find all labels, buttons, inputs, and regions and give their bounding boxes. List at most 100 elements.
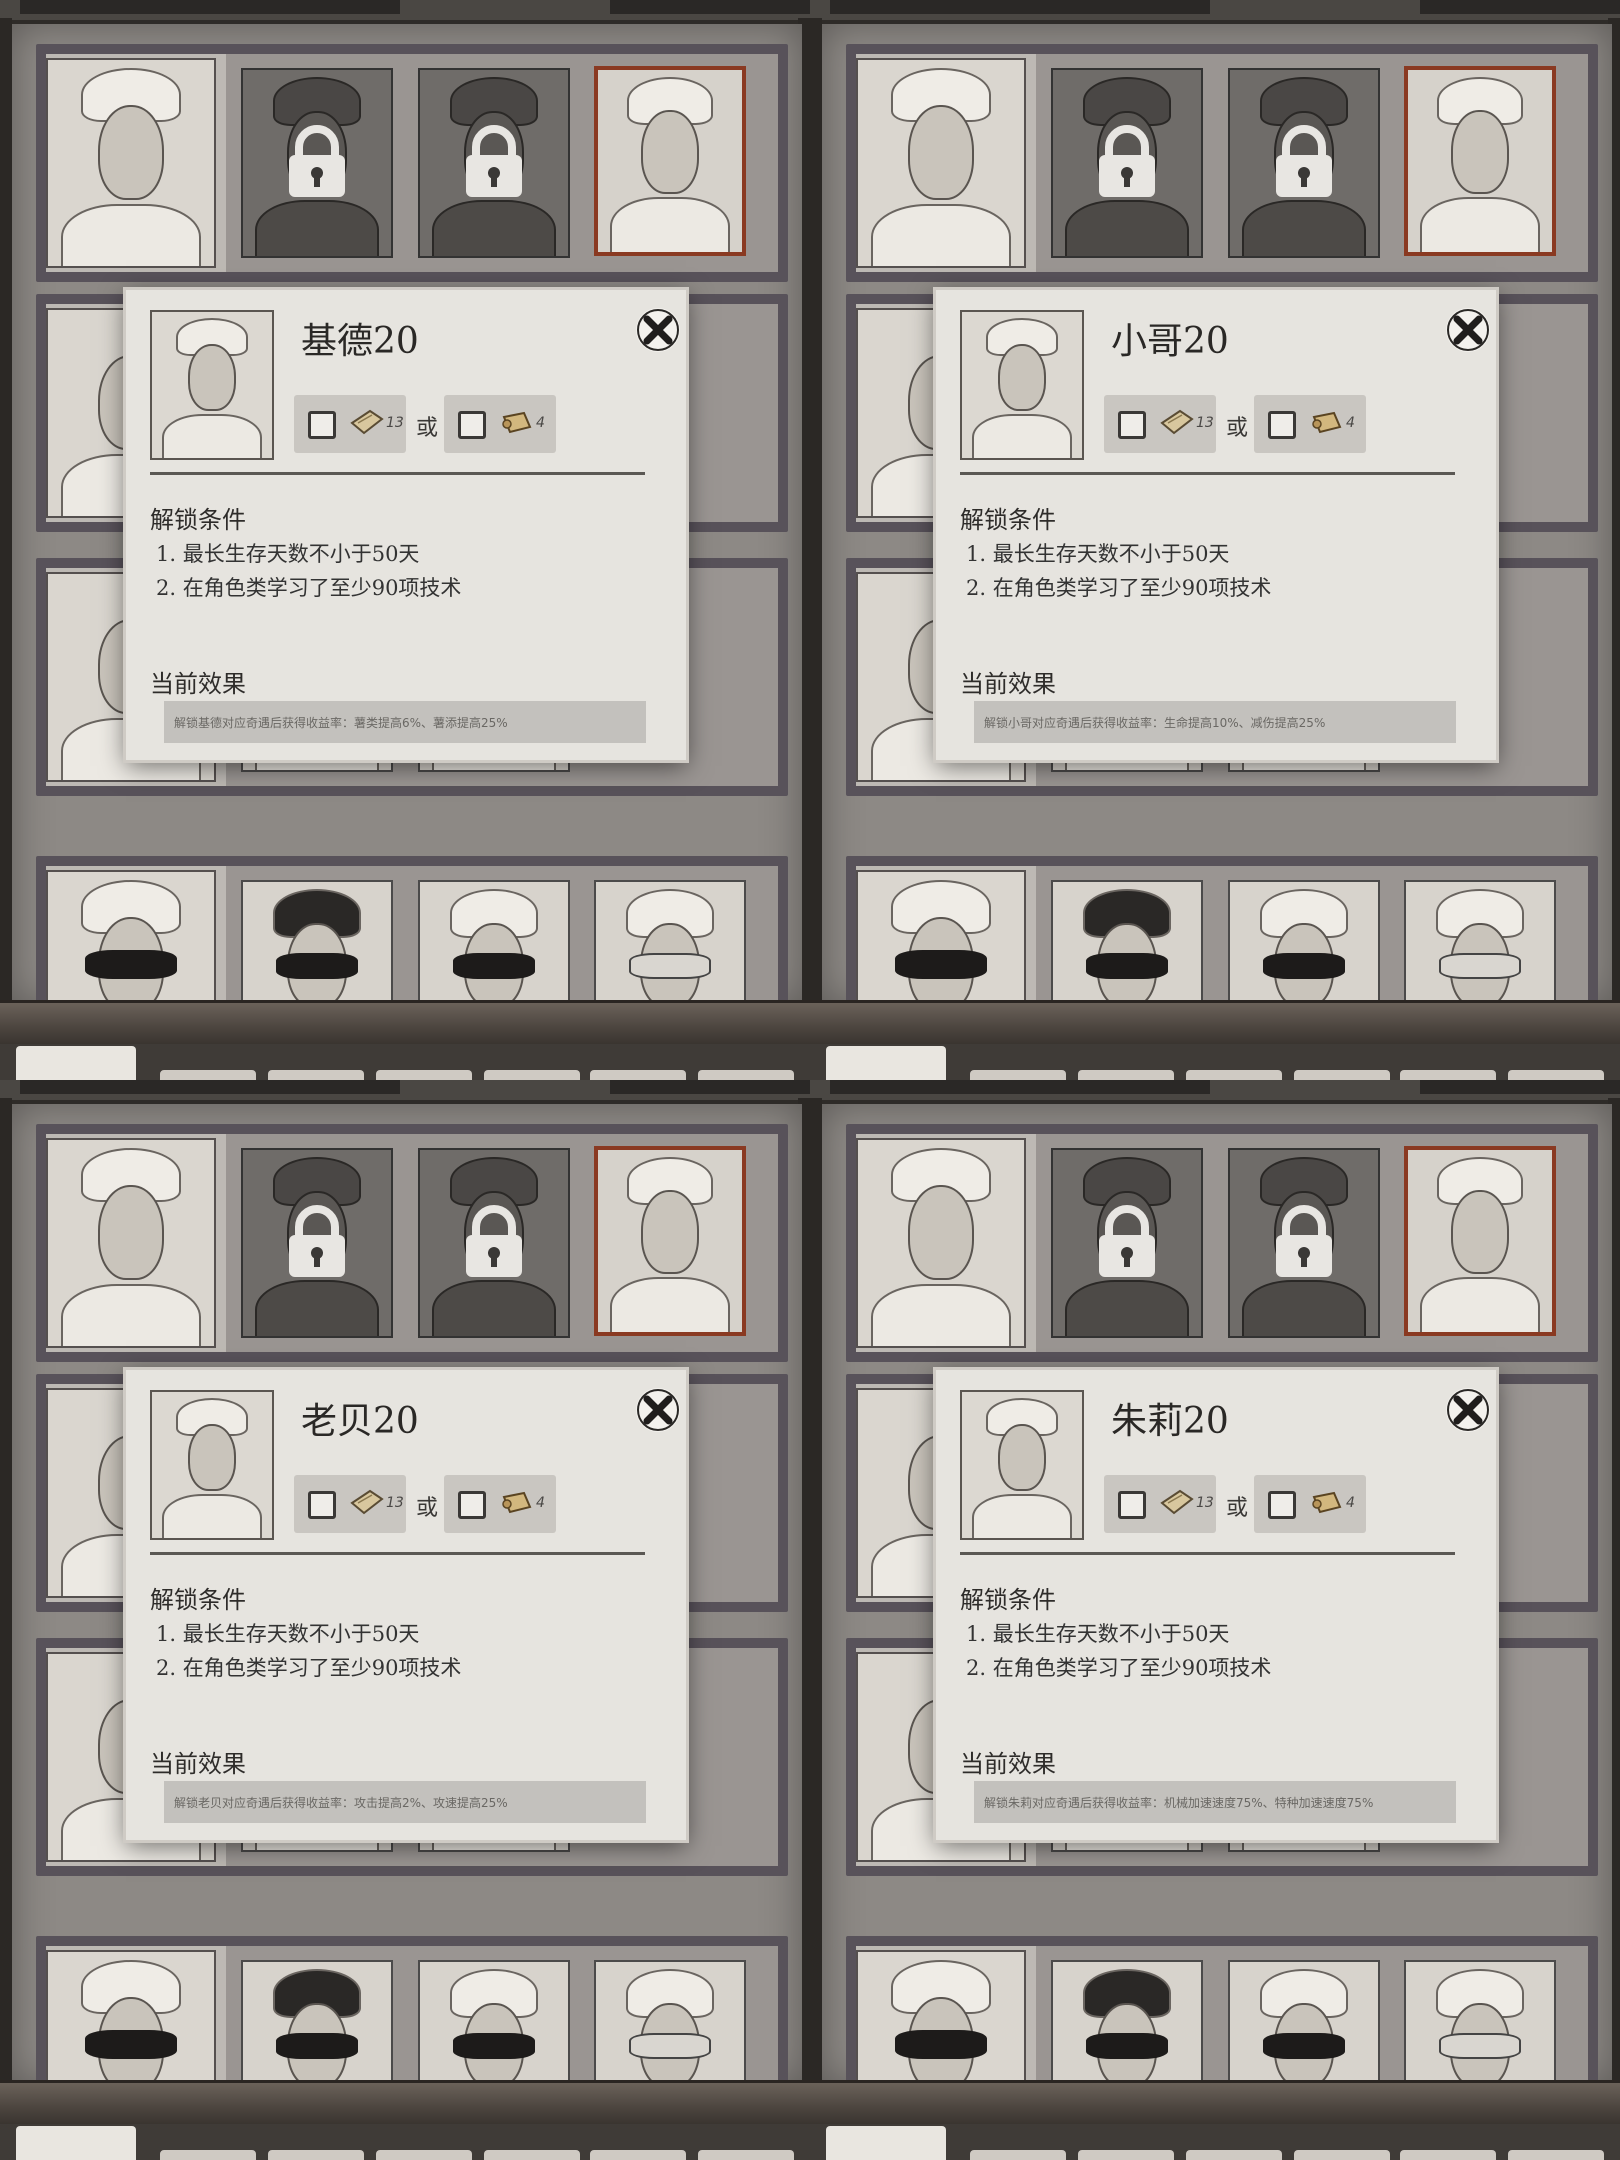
lock-icon: [1276, 125, 1332, 197]
cost-b-count: 4: [536, 415, 545, 431]
cost-option-a[interactable]: 13: [294, 1475, 406, 1533]
tray-slot[interactable]: [970, 1070, 1066, 1080]
checkbox-icon[interactable]: [308, 411, 336, 439]
checkbox-icon[interactable]: [458, 411, 486, 439]
wooden-bar: [810, 2080, 1620, 2124]
cost-a-count: 13: [1196, 415, 1214, 431]
tray-slot[interactable]: [1186, 2150, 1282, 2160]
close-icon: [1447, 1389, 1489, 1431]
condition-2: 2. 在角色类学习了至少90项技术: [966, 1656, 1272, 1680]
character-portrait-locked[interactable]: [1228, 1148, 1380, 1338]
popup-portrait: [960, 1390, 1084, 1540]
tray-slot[interactable]: [1400, 2150, 1496, 2160]
character-portrait-locked[interactable]: [1228, 68, 1380, 258]
tray-slot[interactable]: [1400, 1070, 1496, 1080]
cost-b-count: 4: [1346, 415, 1355, 431]
close-button[interactable]: [1446, 1388, 1490, 1432]
unlock-title: 解锁条件: [960, 506, 1056, 534]
game-panel: 老贝20 13 或 4 解锁条件 1. 最长生存天数不小于50天 2. 在角色类…: [0, 1080, 810, 2160]
character-portrait-selected[interactable]: [594, 66, 746, 256]
checkbox-icon[interactable]: [1268, 411, 1296, 439]
condition-1: 1. 最长生存天数不小于50天: [966, 542, 1230, 566]
checkbox-icon[interactable]: [1268, 1491, 1296, 1519]
character-portrait-chef[interactable]: [46, 1138, 216, 1348]
close-button[interactable]: [636, 308, 680, 352]
effect-title: 当前效果: [960, 1750, 1056, 1778]
mini-portrait[interactable]: [16, 2126, 136, 2160]
tray-slot[interactable]: [1078, 1070, 1174, 1080]
character-portrait-locked[interactable]: [1051, 68, 1203, 258]
tray-slot[interactable]: [590, 2150, 686, 2160]
tray-slot[interactable]: [160, 2150, 256, 2160]
condition-1: 1. 最长生存天数不小于50天: [966, 1622, 1230, 1646]
character-row: [846, 44, 1598, 282]
tray-slot[interactable]: [1508, 1070, 1604, 1080]
character-row: [36, 44, 788, 282]
cost-option-b[interactable]: 4: [444, 1475, 556, 1533]
character-portrait-selected[interactable]: [1404, 1146, 1556, 1336]
tray-slot[interactable]: [484, 1070, 580, 1080]
tray-slot[interactable]: [268, 1070, 364, 1080]
character-portrait-locked[interactable]: [418, 68, 570, 258]
tray-slot[interactable]: [970, 2150, 1066, 2160]
character-portrait-locked[interactable]: [241, 68, 393, 258]
mini-portrait[interactable]: [826, 1046, 946, 1080]
tray-slot[interactable]: [160, 1070, 256, 1080]
divider: [960, 1552, 1455, 1555]
character-name: 老贝20: [301, 1401, 419, 1442]
tray-slot[interactable]: [698, 2150, 794, 2160]
unlock-popup: 老贝20 13 或 4 解锁条件 1. 最长生存天数不小于50天 2. 在角色类…: [126, 1370, 686, 1840]
game-panel: 小哥20 13 或 4 解锁条件 1. 最长生存天数不小于50天 2. 在角色类…: [810, 0, 1620, 1080]
tray-slot[interactable]: [590, 1070, 686, 1080]
cost-option-a[interactable]: 13: [294, 395, 406, 453]
tray-slot[interactable]: [1186, 1070, 1282, 1080]
condition-2: 2. 在角色类学习了至少90项技术: [966, 576, 1272, 600]
cost-option-b[interactable]: 4: [1254, 395, 1366, 453]
close-button[interactable]: [636, 1388, 680, 1432]
checkbox-icon[interactable]: [458, 1491, 486, 1519]
cost-option-b[interactable]: 4: [444, 395, 556, 453]
lock-icon: [466, 125, 522, 197]
checkbox-icon[interactable]: [1118, 411, 1146, 439]
character-portrait-chef[interactable]: [856, 58, 1026, 268]
character-portrait-selected[interactable]: [594, 1146, 746, 1336]
popup-portrait: [150, 1390, 274, 1540]
game-panel: 基德20 13 或 4 解锁条件 1. 最长生存天数不小于50天 2. 在角色类…: [0, 0, 810, 1080]
cost-option-b[interactable]: 4: [1254, 1475, 1366, 1533]
cost-option-a[interactable]: 13: [1104, 395, 1216, 453]
character-portrait-locked[interactable]: [241, 1148, 393, 1338]
character-portrait-chef[interactable]: [46, 58, 216, 268]
tray-slot[interactable]: [1294, 2150, 1390, 2160]
top-strip: [810, 1080, 1620, 1100]
board-edge-left: [0, 1098, 12, 2088]
wooden-bar: [0, 1000, 810, 1044]
tray-slot[interactable]: [1078, 2150, 1174, 2160]
character-portrait-chef[interactable]: [856, 1138, 1026, 1348]
condition-1: 1. 最长生存天数不小于50天: [156, 1622, 420, 1646]
mini-portrait[interactable]: [826, 2126, 946, 2160]
divider: [150, 1552, 645, 1555]
wooden-bar: [0, 2080, 810, 2124]
character-name: 基德20: [301, 321, 419, 362]
tray-slot[interactable]: [484, 2150, 580, 2160]
unlock-popup: 基德20 13 或 4 解锁条件 1. 最长生存天数不小于50天 2. 在角色类…: [126, 290, 686, 760]
tray-slot[interactable]: [376, 1070, 472, 1080]
tray-slot[interactable]: [1294, 1070, 1390, 1080]
effect-title: 当前效果: [150, 670, 246, 698]
character-portrait-locked[interactable]: [418, 1148, 570, 1338]
close-icon: [637, 1389, 679, 1431]
tray-slot[interactable]: [1508, 2150, 1604, 2160]
mini-portrait[interactable]: [16, 1046, 136, 1080]
board-edge-left: [810, 1098, 822, 2088]
plank-icon: [350, 409, 384, 435]
tray-slot[interactable]: [376, 2150, 472, 2160]
character-portrait-selected[interactable]: [1404, 66, 1556, 256]
board-edge-left: [0, 18, 12, 1008]
checkbox-icon[interactable]: [1118, 1491, 1146, 1519]
character-portrait-locked[interactable]: [1051, 1148, 1203, 1338]
checkbox-icon[interactable]: [308, 1491, 336, 1519]
cost-option-a[interactable]: 13: [1104, 1475, 1216, 1533]
tray-slot[interactable]: [698, 1070, 794, 1080]
tray-slot[interactable]: [268, 2150, 364, 2160]
close-button[interactable]: [1446, 308, 1490, 352]
